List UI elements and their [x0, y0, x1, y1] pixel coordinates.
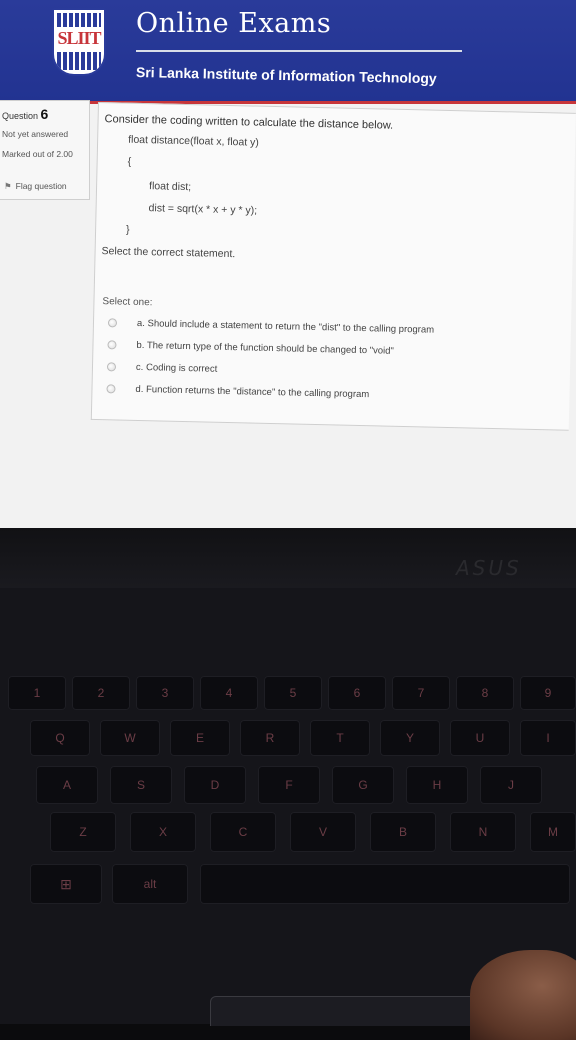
- code-line: {: [127, 155, 132, 168]
- question-marks: Marked out of 2.00: [2, 149, 73, 159]
- question-prompt: Select the correct statement.: [101, 245, 236, 261]
- key-alt[interactable]: alt: [112, 864, 188, 904]
- radio-button[interactable]: [106, 384, 116, 394]
- key-1[interactable]: 1: [8, 676, 66, 710]
- key-f[interactable]: F: [258, 766, 320, 804]
- answer-option-b[interactable]: b. The return type of the function shoul…: [107, 339, 394, 357]
- radio-button[interactable]: [107, 340, 117, 350]
- org-name: Sri Lanka Institute of Information Techn…: [135, 64, 437, 87]
- key-n[interactable]: N: [450, 812, 516, 852]
- spacebar-key[interactable]: [200, 864, 570, 904]
- key-u[interactable]: U: [450, 720, 510, 756]
- key-m[interactable]: M: [530, 812, 576, 852]
- key-5[interactable]: 5: [264, 676, 322, 710]
- code-line: dist = sqrt(x * x + y * y);: [148, 202, 258, 217]
- key-x[interactable]: X: [130, 812, 196, 852]
- title-divider: [136, 50, 462, 52]
- answer-option-d[interactable]: d. Function returns the "distance" to th…: [106, 383, 369, 400]
- key-j[interactable]: J: [480, 766, 542, 804]
- question-text: Consider the coding written to calculate…: [104, 113, 394, 132]
- finger: [470, 950, 576, 1040]
- key-3[interactable]: 3: [136, 676, 194, 710]
- key-s[interactable]: S: [110, 766, 172, 804]
- key-7[interactable]: 7: [392, 676, 450, 710]
- question-state: Not yet answered: [2, 129, 69, 139]
- answer-option-c[interactable]: c. Coding is correct: [106, 361, 218, 375]
- logo-text: SLIIT: [57, 28, 101, 48]
- flag-question-label: Flag question: [15, 181, 67, 191]
- key-9[interactable]: 9: [520, 676, 576, 710]
- windows-key[interactable]: ⊞: [30, 864, 102, 904]
- key-8[interactable]: 8: [456, 676, 514, 710]
- select-one-label: Select one:: [102, 296, 153, 309]
- trackpad[interactable]: [210, 996, 490, 1026]
- answer-option-label: d. Function returns the "distance" to th…: [135, 383, 370, 401]
- code-line: float distance(float x, float y): [128, 133, 259, 149]
- sliit-logo[interactable]: SLIIT: [52, 8, 106, 76]
- key-r[interactable]: R: [240, 720, 300, 756]
- radio-button[interactable]: [107, 318, 118, 328]
- keyboard: 1 2 3 4 5 6 7 8 9 Q W E R T Y U I A S D F G H J Z X C V B N Malt ⊞: [0, 640, 576, 940]
- flag-icon: ⚑: [4, 181, 12, 191]
- key-d[interactable]: D: [184, 766, 246, 804]
- laptop-brand-logo: ASUS: [456, 556, 522, 580]
- question-number-value: 6: [40, 106, 49, 122]
- answer-option-a[interactable]: a. Should include a statement to return …: [107, 317, 435, 336]
- key-q[interactable]: Q: [30, 720, 90, 756]
- key-a[interactable]: A: [36, 766, 98, 804]
- key-h[interactable]: H: [406, 766, 468, 804]
- screen: SLIIT Online Exams Sri Lanka Institute o…: [0, 0, 576, 540]
- flag-question-link[interactable]: ⚑ Flag question: [4, 181, 67, 192]
- key-c[interactable]: C: [210, 812, 276, 852]
- question-label: Question: [2, 111, 39, 121]
- key-v[interactable]: V: [290, 812, 356, 852]
- answer-option-label: b. The return type of the function shoul…: [136, 339, 394, 357]
- site-header: SLIIT Online Exams Sri Lanka Institute o…: [0, 0, 576, 104]
- key-6[interactable]: 6: [328, 676, 386, 710]
- key-w[interactable]: W: [100, 720, 160, 756]
- radio-button[interactable]: [106, 362, 117, 372]
- answer-option-label: c. Coding is correct: [135, 361, 218, 375]
- question-content: Consider the coding written to calculate…: [90, 102, 576, 431]
- key-i[interactable]: I: [520, 720, 576, 756]
- logo-pattern-bottom: [57, 52, 101, 70]
- app-title: Online Exams: [136, 8, 332, 39]
- code-line: }: [125, 223, 130, 236]
- key-y[interactable]: Y: [380, 720, 440, 756]
- key-4[interactable]: 4: [200, 676, 258, 710]
- key-z[interactable]: Z: [50, 812, 116, 852]
- key-2[interactable]: 2: [72, 676, 130, 710]
- key-b[interactable]: B: [370, 812, 436, 852]
- answer-option-label: a. Should include a statement to return …: [136, 317, 435, 336]
- logo-pattern-top: [57, 13, 101, 27]
- code-line: float dist;: [148, 180, 192, 194]
- question-number: Question 6: [2, 106, 48, 122]
- question-info-panel: Question 6 Not yet answered Marked out o…: [0, 100, 90, 200]
- windows-icon: ⊞: [60, 875, 72, 892]
- key-g[interactable]: G: [332, 766, 394, 804]
- key-e[interactable]: E: [170, 720, 230, 756]
- key-t[interactable]: T: [310, 720, 370, 756]
